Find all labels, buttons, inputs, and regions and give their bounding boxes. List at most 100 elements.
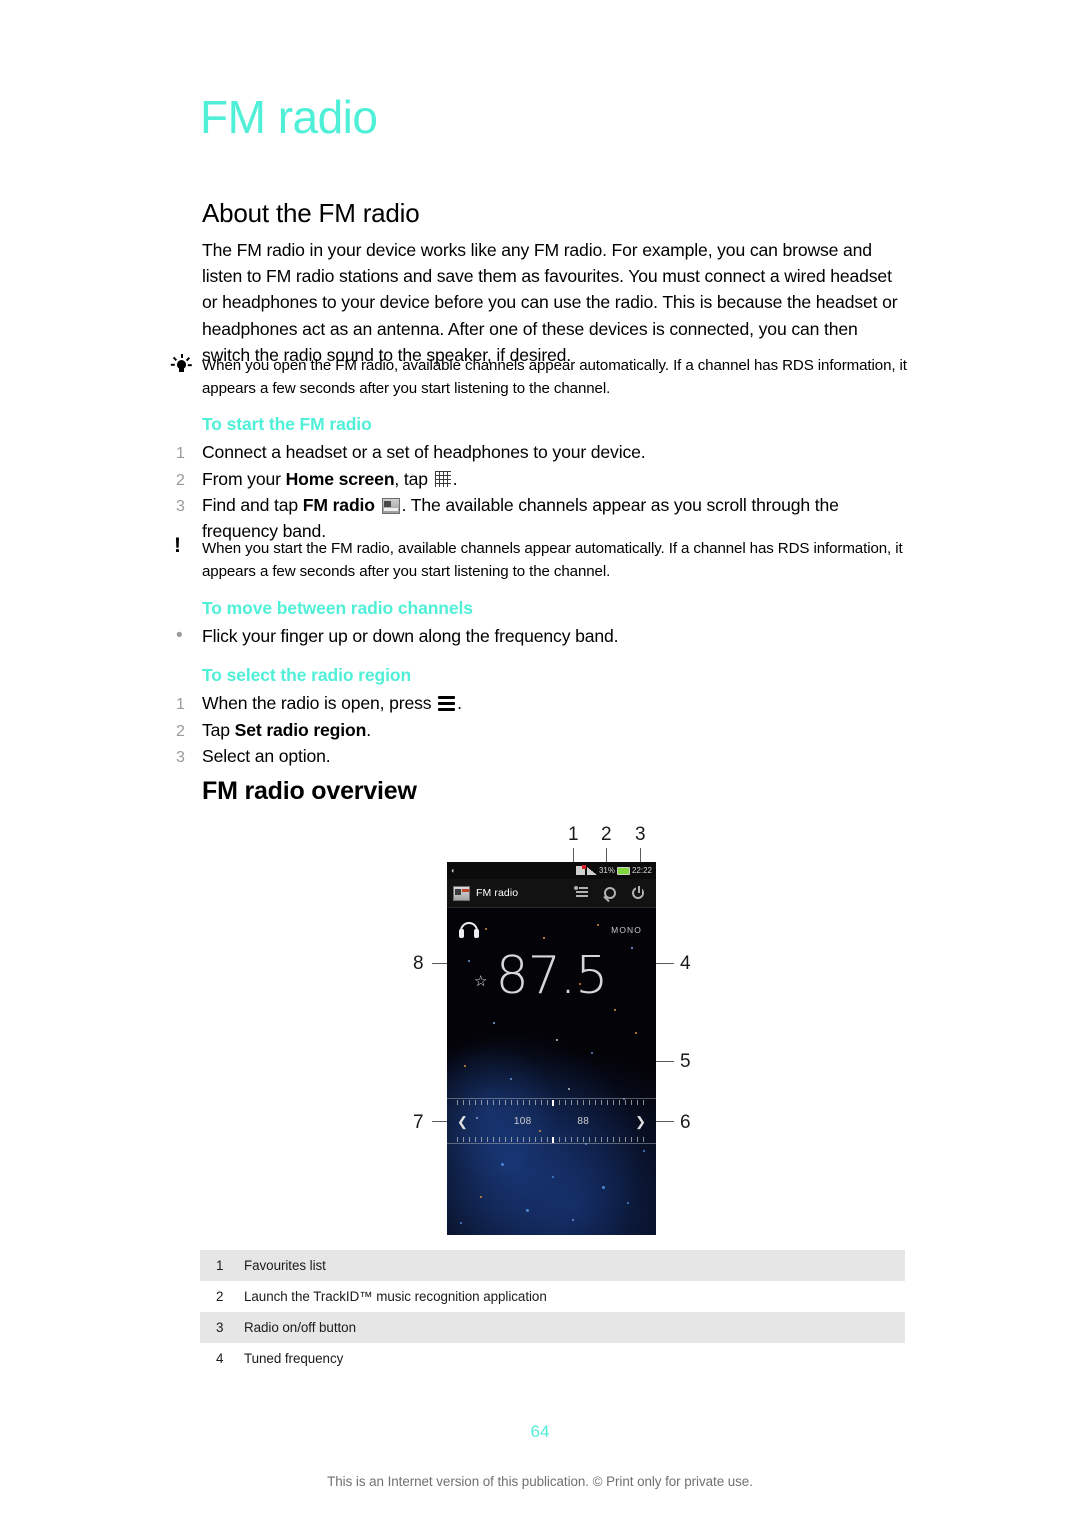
- fm-radio-app-icon: [381, 498, 400, 514]
- fm-radio-overview-diagram: 1 2 3 4 5 6 7 8 ◐ 31% 22:22 FM radio MON…: [0, 815, 1080, 1235]
- lightbulb-icon: [170, 352, 202, 377]
- footer-copyright: This is an Internet version of this publ…: [327, 1474, 753, 1489]
- legend-number: 2: [216, 1289, 224, 1304]
- phone-radio-canvas: MONO 87.5 ☆ ❮ 108 88 ❯: [447, 908, 656, 1235]
- step-text: When the radio is open, press .: [202, 691, 916, 717]
- legend-number: 3: [216, 1320, 224, 1335]
- page-number: 64: [530, 1422, 550, 1441]
- warning-note-text: When you start the FM radio, available c…: [202, 540, 903, 580]
- callout-legend-table: 1 Favourites list 2 Launch the TrackID™ …: [200, 1250, 905, 1374]
- bullet-marker: •: [176, 625, 183, 646]
- legend-label: Radio on/off button: [244, 1320, 356, 1335]
- fm-radio-icon: [453, 885, 470, 901]
- step-text-tail: .: [366, 719, 371, 740]
- step-number: 1: [176, 445, 185, 462]
- procedure-select-region: To select the radio region 1 When the ra…: [176, 665, 916, 771]
- step-number: 1: [176, 696, 185, 713]
- step-text-pre: Find and tap: [202, 495, 303, 515]
- favourite-star-icon[interactable]: ☆: [474, 974, 487, 989]
- notification-icon: [575, 865, 586, 875]
- menu-icon: [438, 696, 456, 711]
- status-clock: 22:22: [631, 866, 652, 875]
- page-title: FM radio: [200, 91, 378, 143]
- step-number: 2: [176, 722, 185, 740]
- procedure-heading-region: To select the radio region: [202, 665, 412, 685]
- seek-next-icon[interactable]: ❯: [635, 1115, 646, 1128]
- legend-label: Favourites list: [244, 1258, 326, 1273]
- callout-8: 8: [413, 953, 424, 974]
- callout-1: 1: [568, 824, 579, 845]
- wifi-icon: ◐: [451, 866, 456, 875]
- procedure-step: 2 From your Home screen, tap .: [176, 467, 916, 494]
- phone-screenshot: ◐ 31% 22:22 FM radio MONO 87.5 ☆ ❮ 108 8…: [447, 862, 656, 1235]
- section-heading-about: About the FM radio: [202, 198, 420, 228]
- app-title: FM radio: [476, 887, 519, 899]
- favourites-list-icon[interactable]: [574, 886, 588, 900]
- procedure-start-fm-radio: To start the FM radio 1 Connect a headse…: [176, 414, 916, 544]
- seek-previous-icon[interactable]: ❮: [457, 1115, 468, 1128]
- tip-note-text: When you open the FM radio, available ch…: [202, 357, 907, 397]
- table-row: 2 Launch the TrackID™ music recognition …: [200, 1281, 905, 1312]
- battery-icon: [616, 866, 630, 875]
- signal-icon: [586, 866, 597, 875]
- step-text-bold: Set radio region: [234, 719, 367, 740]
- step-text-bold: Home screen: [285, 468, 395, 489]
- procedure-step: 1 When the radio is open, press .: [176, 691, 916, 718]
- legend-number: 4: [216, 1351, 224, 1366]
- step-text: Select an option.: [202, 746, 331, 766]
- band-ticks-bottom: [457, 1137, 646, 1143]
- section-heading-overview: FM radio overview: [202, 777, 417, 805]
- mono-label: MONO: [611, 925, 642, 935]
- phone-app-bar: FM radio: [447, 879, 656, 908]
- callout-5: 5: [680, 1051, 691, 1072]
- step-text-pre: From your: [202, 468, 286, 489]
- phone-status-bar: ◐ 31% 22:22: [447, 862, 656, 879]
- legend-label: Launch the TrackID™ music recognition ap…: [244, 1289, 547, 1304]
- step-text: Flick your finger up or down along the f…: [202, 626, 619, 646]
- step-text: From your Home screen, tap .: [202, 467, 916, 493]
- band-ticks-top: [457, 1100, 646, 1106]
- step-text: Connect a headset or a set of headphones…: [202, 442, 646, 462]
- warning-note: ! When you start the FM radio, available…: [172, 535, 912, 583]
- trackid-icon[interactable]: [604, 887, 616, 899]
- procedure-step: 1 Connect a headset or a set of headphon…: [176, 440, 916, 467]
- callout-6: 6: [680, 1112, 691, 1133]
- callout-4: 4: [680, 953, 691, 974]
- callout-3: 3: [635, 824, 646, 845]
- manual-page: FM radio About the FM radio The FM radio…: [0, 0, 1080, 1527]
- step-text-tail: .: [452, 468, 458, 489]
- step-text-bold: FM radio: [302, 495, 375, 515]
- battery-percent: 31%: [598, 866, 615, 875]
- step-number: 2: [176, 471, 185, 489]
- step-text-pre: When the radio is open, press: [202, 693, 432, 713]
- band-value-right: 88: [577, 1115, 590, 1127]
- procedure-step: 3 Select an option.: [176, 744, 916, 771]
- callout-2: 2: [601, 824, 612, 845]
- step-text-tail: .: [457, 693, 462, 713]
- tuned-frequency: 87.5: [495, 946, 609, 1006]
- table-row: 4 Tuned frequency: [200, 1343, 905, 1374]
- table-row: 3 Radio on/off button: [200, 1312, 905, 1343]
- procedure-move-channels: To move between radio channels • Flick y…: [176, 598, 916, 650]
- step-text-post: , tap: [394, 468, 428, 489]
- procedure-heading-move: To move between radio channels: [202, 598, 473, 618]
- band-value-left: 108: [513, 1115, 532, 1127]
- step-number: 3: [176, 498, 185, 515]
- step-number: 3: [176, 749, 185, 766]
- frequency-band[interactable]: ❮ 108 88 ❯: [447, 1098, 656, 1144]
- step-text-pre: Tap: [202, 719, 235, 740]
- callout-7: 7: [413, 1112, 424, 1133]
- step-text: Tap Set radio region.: [202, 718, 916, 744]
- legend-label: Tuned frequency: [244, 1351, 344, 1366]
- about-paragraph: The FM radio in your device works like a…: [202, 240, 898, 365]
- headphones-icon: [459, 922, 479, 938]
- tip-note: When you open the FM radio, available ch…: [170, 352, 912, 400]
- procedure-step: • Flick your finger up or down along the…: [176, 624, 916, 650]
- procedure-step: 2 Tap Set radio region.: [176, 718, 916, 745]
- exclamation-icon: !: [174, 534, 181, 557]
- legend-number: 1: [216, 1258, 224, 1273]
- radio-power-icon[interactable]: [632, 886, 644, 899]
- table-row: 1 Favourites list: [200, 1250, 905, 1281]
- procedure-heading-start: To start the FM radio: [202, 414, 372, 434]
- apps-grid-icon: [434, 470, 451, 487]
